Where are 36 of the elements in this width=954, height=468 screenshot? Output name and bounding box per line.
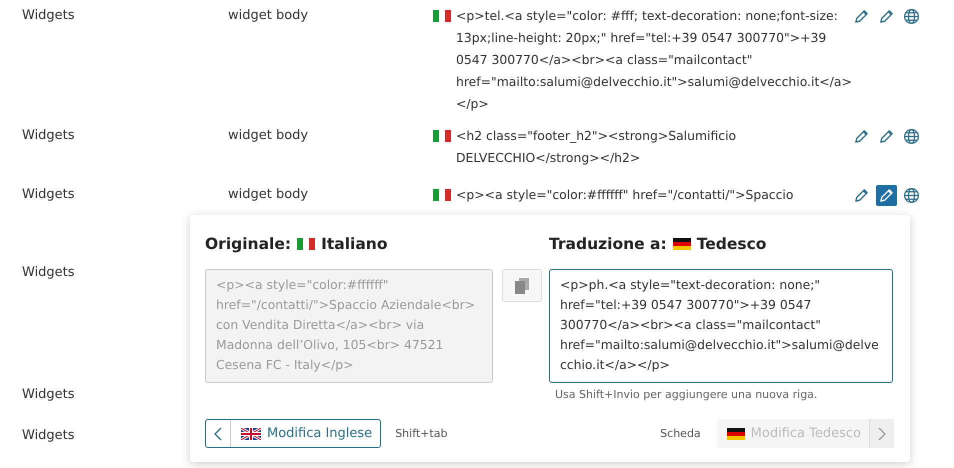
section-cell-text: Widgets <box>22 386 75 404</box>
flag-icon <box>433 130 451 142</box>
globe-icon[interactable] <box>901 185 922 206</box>
chevron-right-icon <box>878 426 886 440</box>
translate-edit-icon[interactable] <box>876 185 897 206</box>
field-cell-text: widget body <box>228 127 308 145</box>
translation-text-field[interactable]: <p>ph.<a style="text-decoration: none;" href="tel:+39 0547 300770">+39 0547 300770</a><br><a class="mailcontact" href="mailto:salumi@delvecchio.it">salumi@delvecchio.it</a></p> <box>549 269 893 383</box>
chevron-left-icon <box>214 426 222 440</box>
globe-icon[interactable] <box>901 126 922 147</box>
flag-icon <box>433 189 451 201</box>
field-cell-text: widget body <box>228 7 308 25</box>
copy-icon <box>515 278 529 294</box>
content-cell-text: <p>tel.<a style="color: #fff; text-decoration: none;font-size: 13px;line-height: 20px;" href="tel:+39 0547 300770">+39 0547 300770</a><br><a class="mailcontact" href="mailto:salumi@delvecchio.it">salumi@delvecchio.it</a> </p> <box>456 7 852 113</box>
translation-heading: Traduzione a: <box>549 235 667 253</box>
content-cell-text: <p><a style="color:#ffffff" href="/contatti/">Spaccio <box>456 186 794 204</box>
flag-icon <box>241 428 261 440</box>
flag-icon <box>672 238 691 250</box>
hint-text: Usa Shift+Invio per aggiungere una nuova riga. <box>555 388 818 401</box>
section-cell-text: Widgets <box>22 186 75 204</box>
flag-icon <box>726 428 745 440</box>
field-cell-text: widget body <box>228 186 308 204</box>
section-cell-text: Widgets <box>22 264 75 282</box>
section-cell-text: Widgets <box>22 127 75 145</box>
flag-icon <box>297 238 316 250</box>
tab-label: Scheda <box>660 427 701 440</box>
language-label: Italiano <box>321 235 388 253</box>
original-heading: Originale: <box>205 235 292 253</box>
copy-button[interactable] <box>502 269 542 302</box>
content-cell-text: <h2 class="footer_h2"><strong>Salumificio DELVECCHIO</strong></h2> <box>456 127 738 167</box>
section-cell-text: Widgets <box>22 427 75 445</box>
section-cell-text: Widgets <box>22 7 75 25</box>
shortcut-label: Shift+tab <box>395 427 448 440</box>
globe-icon[interactable] <box>901 6 922 27</box>
flag-icon <box>433 10 451 22</box>
previous-language-button[interactable]: Modifica Inglese <box>205 419 382 448</box>
language-label: Tedesco <box>696 235 766 253</box>
